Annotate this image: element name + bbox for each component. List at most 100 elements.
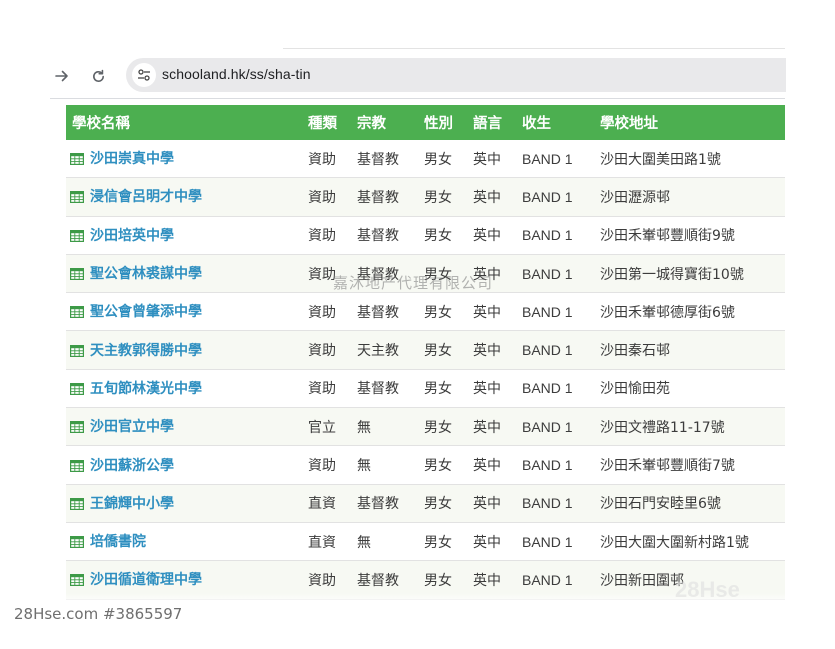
school-religion-cell: 無 (351, 522, 418, 562)
school-name-link[interactable]: 聖公會林裘謀中學 (90, 266, 202, 282)
school-type-cell: 資助 (302, 369, 351, 409)
table-grid-icon (70, 536, 85, 552)
table-row: 聖公會曾肇添中學 資助 基督教 男女 英中 BAND 1 沙田禾輋邨德厚街6號 (66, 292, 785, 332)
school-name-link[interactable]: 沙田培英中學 (90, 228, 174, 244)
school-gender-cell: 男女 (418, 140, 467, 179)
school-name-cell: 沙田蘇浙公學 (66, 445, 302, 485)
bottom-fade (50, 593, 785, 603)
school-type-cell: 直資 (302, 484, 351, 523)
school-gender-cell: 男女 (418, 484, 467, 523)
school-type-cell: 資助 (302, 330, 351, 370)
school-name-link[interactable]: 聖公會曾肇添中學 (90, 304, 202, 320)
school-name-link[interactable]: 五旬節林漢光中學 (90, 381, 202, 397)
school-type-cell: 官立 (302, 407, 351, 447)
table-grid-icon (70, 459, 85, 476)
school-name-link[interactable]: 沙田蘇浙公學 (90, 458, 174, 474)
school-address-cell: 沙田瀝源邨 (594, 177, 785, 217)
school-band-cell: BAND 1 (516, 369, 594, 409)
table-row: 沙田崇真中學 資助 基督教 男女 英中 BAND 1 沙田大圍美田路1號 (66, 140, 785, 179)
table-row: 王錦輝中小學 直資 基督教 男女 英中 BAND 1 沙田石門安睦里6號 (66, 484, 785, 523)
school-gender-cell: 男女 (418, 177, 467, 217)
school-name-cell: 五旬節林漢光中學 (66, 369, 302, 409)
school-gender-cell: 男女 (418, 369, 467, 409)
header-type[interactable]: 種類 (302, 105, 351, 140)
school-band-cell: BAND 1 (516, 254, 594, 294)
header-religion[interactable]: 宗教 (351, 105, 418, 140)
school-type-cell: 直資 (302, 522, 351, 562)
school-language-cell: 英中 (467, 407, 516, 447)
url-omnibox[interactable]: schooland.hk/ss/sha-tin (126, 58, 786, 92)
header-band[interactable]: 收生 (516, 105, 594, 140)
school-religion-cell: 基督教 (351, 216, 418, 255)
school-name-cell: 沙田培英中學 (66, 216, 302, 255)
school-name-link[interactable]: 浸信會呂明才中學 (90, 189, 202, 205)
school-name-cell: 沙田崇真中學 (66, 140, 302, 179)
school-address-cell: 沙田禾輋邨德厚街6號 (594, 292, 785, 332)
listing-id-label: 28Hse.com #3865597 (14, 605, 183, 623)
school-type-cell: 資助 (302, 216, 351, 255)
school-table-body: 沙田崇真中學 資助 基督教 男女 英中 BAND 1 沙田大圍美田路1號 浸信會… (66, 140, 785, 600)
school-band-cell: BAND 1 (516, 522, 594, 562)
school-address-cell: 沙田禾輋邨豐順街9號 (594, 216, 785, 255)
school-name-link[interactable]: 沙田循道衛理中學 (90, 572, 202, 588)
school-gender-cell: 男女 (418, 445, 467, 485)
school-gender-cell: 男女 (418, 216, 467, 255)
school-language-cell: 英中 (467, 140, 516, 179)
table-row: 聖公會林裘謀中學 資助 基督教 男女 英中 BAND 1 沙田第一城得寶街10號 (66, 254, 785, 294)
school-gender-cell: 男女 (418, 330, 467, 370)
school-name-link[interactable]: 培僑書院 (90, 534, 146, 550)
school-type-cell: 資助 (302, 140, 351, 179)
school-name-cell: 王錦輝中小學 (66, 484, 302, 523)
school-address-cell: 沙田石門安睦里6號 (594, 484, 785, 523)
table-row: 沙田官立中學 官立 無 男女 英中 BAND 1 沙田文禮路11-17號 (66, 407, 785, 447)
school-language-cell: 英中 (467, 216, 516, 255)
school-band-cell: BAND 1 (516, 445, 594, 485)
school-language-cell: 英中 (467, 177, 516, 217)
school-address-cell: 沙田文禮路11-17號 (594, 407, 785, 447)
table-grid-icon (70, 497, 85, 514)
school-type-cell: 資助 (302, 254, 351, 294)
school-language-cell: 英中 (467, 369, 516, 409)
forward-arrow-icon[interactable] (50, 64, 74, 88)
school-religion-cell: 基督教 (351, 292, 418, 332)
school-language-cell: 英中 (467, 330, 516, 370)
school-religion-cell: 基督教 (351, 140, 418, 179)
header-language[interactable]: 語言 (467, 105, 516, 140)
table-grid-icon (70, 574, 85, 590)
table-grid-icon (70, 344, 85, 361)
site-info-tune-icon[interactable] (132, 63, 156, 87)
table-row: 五旬節林漢光中學 資助 基督教 男女 英中 BAND 1 沙田愉田苑 (66, 369, 785, 409)
school-address-cell: 沙田大圍美田路1號 (594, 140, 785, 179)
school-language-cell: 英中 (467, 522, 516, 562)
table-row: 沙田培英中學 資助 基督教 男女 英中 BAND 1 沙田禾輋邨豐順街9號 (66, 216, 785, 255)
table-grid-icon (70, 191, 85, 207)
school-band-cell: BAND 1 (516, 484, 594, 523)
school-religion-cell: 基督教 (351, 177, 418, 217)
url-text[interactable]: schooland.hk/ss/sha-tin (162, 66, 311, 82)
table-grid-icon (70, 306, 85, 322)
school-band-cell: BAND 1 (516, 216, 594, 255)
reload-icon[interactable] (86, 64, 110, 88)
school-name-link[interactable]: 天主教郭得勝中學 (90, 343, 202, 359)
school-name-cell: 浸信會呂明才中學 (66, 177, 302, 217)
toolbar-divider (50, 98, 785, 99)
school-name-cell: 沙田官立中學 (66, 407, 302, 447)
header-school-name[interactable]: 學校名稱 (66, 105, 302, 140)
table-grid-icon (70, 268, 85, 284)
header-gender[interactable]: 性別 (418, 105, 467, 140)
school-gender-cell: 男女 (418, 522, 467, 562)
school-name-link[interactable]: 沙田官立中學 (90, 419, 174, 435)
school-language-cell: 英中 (467, 254, 516, 294)
school-gender-cell: 男女 (418, 407, 467, 447)
school-name-link[interactable]: 沙田崇真中學 (90, 151, 174, 167)
school-religion-cell: 無 (351, 407, 418, 447)
school-band-cell: BAND 1 (516, 330, 594, 370)
school-language-cell: 英中 (467, 292, 516, 332)
table-grid-icon (70, 229, 85, 246)
header-address[interactable]: 學校地址 (594, 105, 785, 140)
school-name-link[interactable]: 王錦輝中小學 (90, 496, 174, 512)
table-grid-icon (70, 421, 85, 437)
school-religion-cell: 天主教 (351, 330, 418, 370)
school-name-cell: 天主教郭得勝中學 (66, 330, 302, 370)
school-religion-cell: 基督教 (351, 369, 418, 409)
